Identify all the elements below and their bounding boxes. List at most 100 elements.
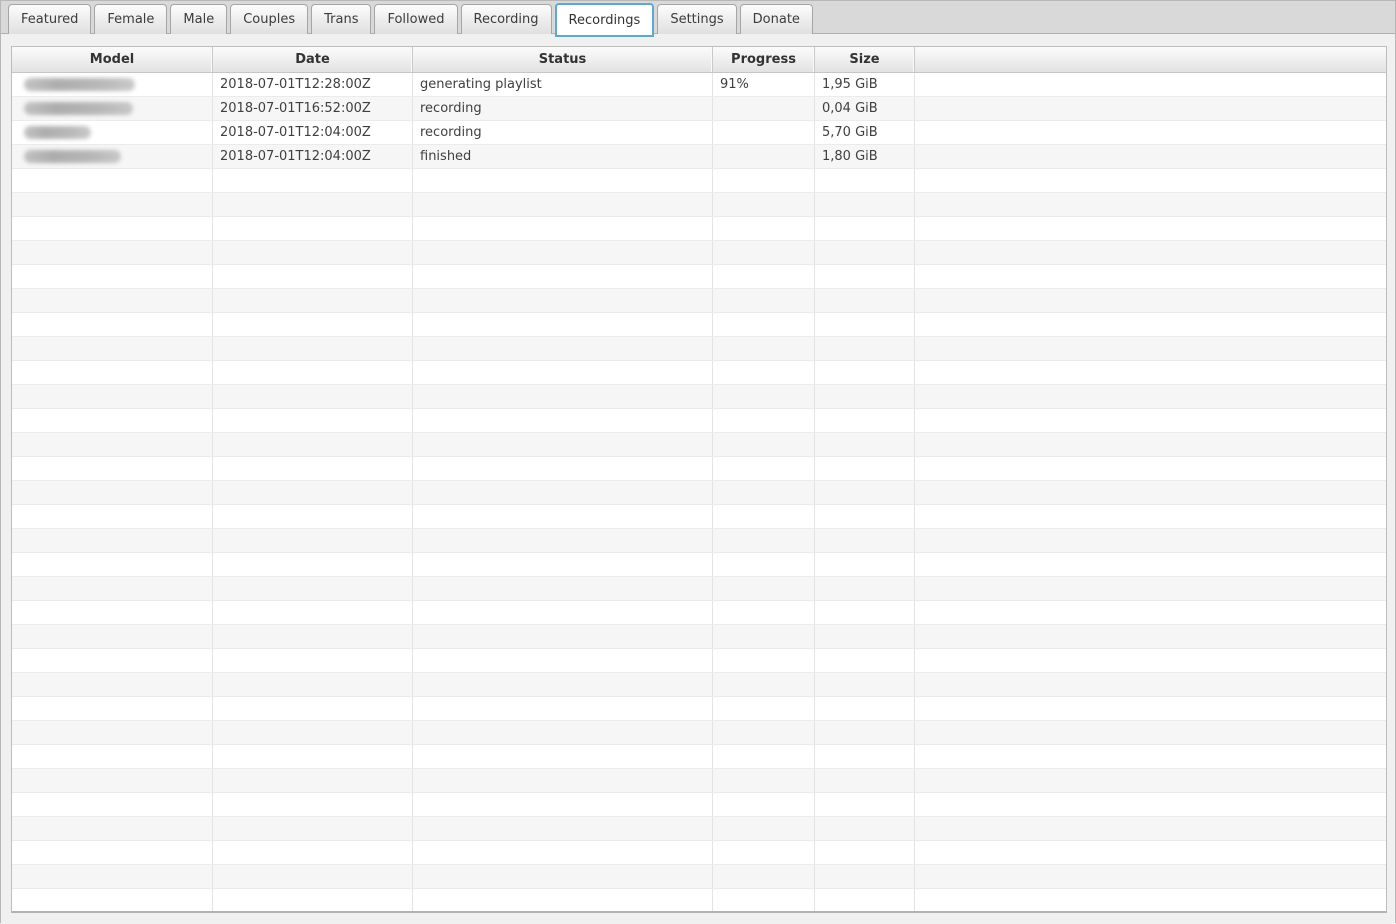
- table-row: [12, 529, 1386, 553]
- tab-donate[interactable]: Donate: [739, 4, 813, 34]
- table-row: [12, 217, 1386, 241]
- empty-cell: [213, 793, 413, 816]
- tab-couples[interactable]: Couples: [230, 4, 309, 34]
- empty-cell: [213, 193, 413, 216]
- empty-cell: [815, 361, 915, 384]
- empty-cell: [213, 649, 413, 672]
- empty-cell: [12, 841, 213, 864]
- empty-cell: [713, 289, 815, 312]
- empty-cell: [713, 889, 815, 911]
- empty-cell: [213, 289, 413, 312]
- empty-cell: [12, 193, 213, 216]
- empty-cell: [713, 457, 815, 480]
- table-row: [12, 409, 1386, 433]
- empty-cell: [12, 649, 213, 672]
- empty-cell: [413, 865, 713, 888]
- tab-recording[interactable]: Recording: [460, 4, 552, 34]
- column-header-model[interactable]: Model: [12, 47, 213, 72]
- empty-cell: [915, 145, 1386, 168]
- empty-cell: [12, 673, 213, 696]
- tab-recordings[interactable]: Recordings: [554, 3, 655, 37]
- empty-cell: [815, 697, 915, 720]
- table-row[interactable]: 2018-07-01T12:04:00Z recording 5,70 GiB: [12, 121, 1386, 145]
- empty-cell: [713, 745, 815, 768]
- table-row: [12, 289, 1386, 313]
- empty-cell: [915, 721, 1386, 744]
- empty-cell: [413, 625, 713, 648]
- empty-cell: [413, 337, 713, 360]
- status-cell: finished: [413, 145, 713, 168]
- empty-cell: [915, 865, 1386, 888]
- tab-male[interactable]: Male: [170, 4, 228, 34]
- model-cell: [12, 73, 213, 96]
- empty-cell: [213, 889, 413, 911]
- empty-cell: [12, 337, 213, 360]
- empty-cell: [12, 433, 213, 456]
- empty-cell: [213, 505, 413, 528]
- empty-cell: [915, 529, 1386, 552]
- empty-cell: [915, 73, 1386, 96]
- empty-cell: [815, 721, 915, 744]
- progress-cell: [713, 97, 815, 120]
- table-row[interactable]: 2018-07-01T12:28:00Z generating playlist 9…: [12, 73, 1386, 97]
- empty-cell: [213, 169, 413, 192]
- empty-cell: [915, 745, 1386, 768]
- tab-featured[interactable]: Featured: [8, 4, 92, 34]
- empty-cell: [815, 529, 915, 552]
- empty-cell: [213, 433, 413, 456]
- column-header-status[interactable]: Status: [413, 47, 713, 72]
- empty-cell: [815, 241, 915, 264]
- table-row: [12, 841, 1386, 865]
- column-header-size[interactable]: Size: [815, 47, 915, 72]
- model-cell: [12, 145, 213, 168]
- empty-cell: [12, 697, 213, 720]
- model-cell: [12, 97, 213, 120]
- empty-cell: [213, 265, 413, 288]
- empty-cell: [213, 337, 413, 360]
- empty-cell: [413, 673, 713, 696]
- empty-cell: [413, 193, 713, 216]
- empty-cell: [713, 313, 815, 336]
- empty-cell: [915, 601, 1386, 624]
- empty-cell: [213, 865, 413, 888]
- column-header-progress[interactable]: Progress: [713, 47, 815, 72]
- empty-cell: [713, 721, 815, 744]
- empty-cell: [12, 601, 213, 624]
- tab-settings[interactable]: Settings: [657, 4, 737, 34]
- empty-cell: [713, 817, 815, 840]
- empty-cell: [413, 745, 713, 768]
- table-row: [12, 241, 1386, 265]
- tab-female[interactable]: Female: [94, 4, 168, 34]
- table-row[interactable]: 2018-07-01T12:04:00Z finished 1,80 GiB: [12, 145, 1386, 169]
- empty-cell: [12, 241, 213, 264]
- table-row: [12, 385, 1386, 409]
- empty-cell: [12, 817, 213, 840]
- empty-cell: [915, 889, 1386, 911]
- empty-cell: [815, 889, 915, 911]
- empty-cell: [413, 409, 713, 432]
- empty-cell: [915, 289, 1386, 312]
- table-row: [12, 265, 1386, 289]
- empty-cell: [213, 841, 413, 864]
- column-header-date[interactable]: Date: [213, 47, 413, 72]
- empty-cell: [713, 529, 815, 552]
- tab-followed[interactable]: Followed: [374, 4, 458, 34]
- empty-cell: [413, 697, 713, 720]
- table-row[interactable]: 2018-07-01T16:52:00Z recording 0,04 GiB: [12, 97, 1386, 121]
- tab-trans[interactable]: Trans: [311, 4, 372, 34]
- empty-cell: [713, 361, 815, 384]
- empty-cell: [413, 553, 713, 576]
- redacted-model-name: [24, 126, 91, 139]
- empty-cell: [815, 505, 915, 528]
- table-row: [12, 313, 1386, 337]
- empty-cell: [213, 769, 413, 792]
- empty-cell: [915, 241, 1386, 264]
- empty-cell: [713, 769, 815, 792]
- empty-cell: [815, 217, 915, 240]
- empty-cell: [915, 457, 1386, 480]
- empty-cell: [815, 649, 915, 672]
- empty-cell: [915, 385, 1386, 408]
- empty-cell: [413, 817, 713, 840]
- empty-cell: [413, 241, 713, 264]
- empty-cell: [915, 97, 1386, 120]
